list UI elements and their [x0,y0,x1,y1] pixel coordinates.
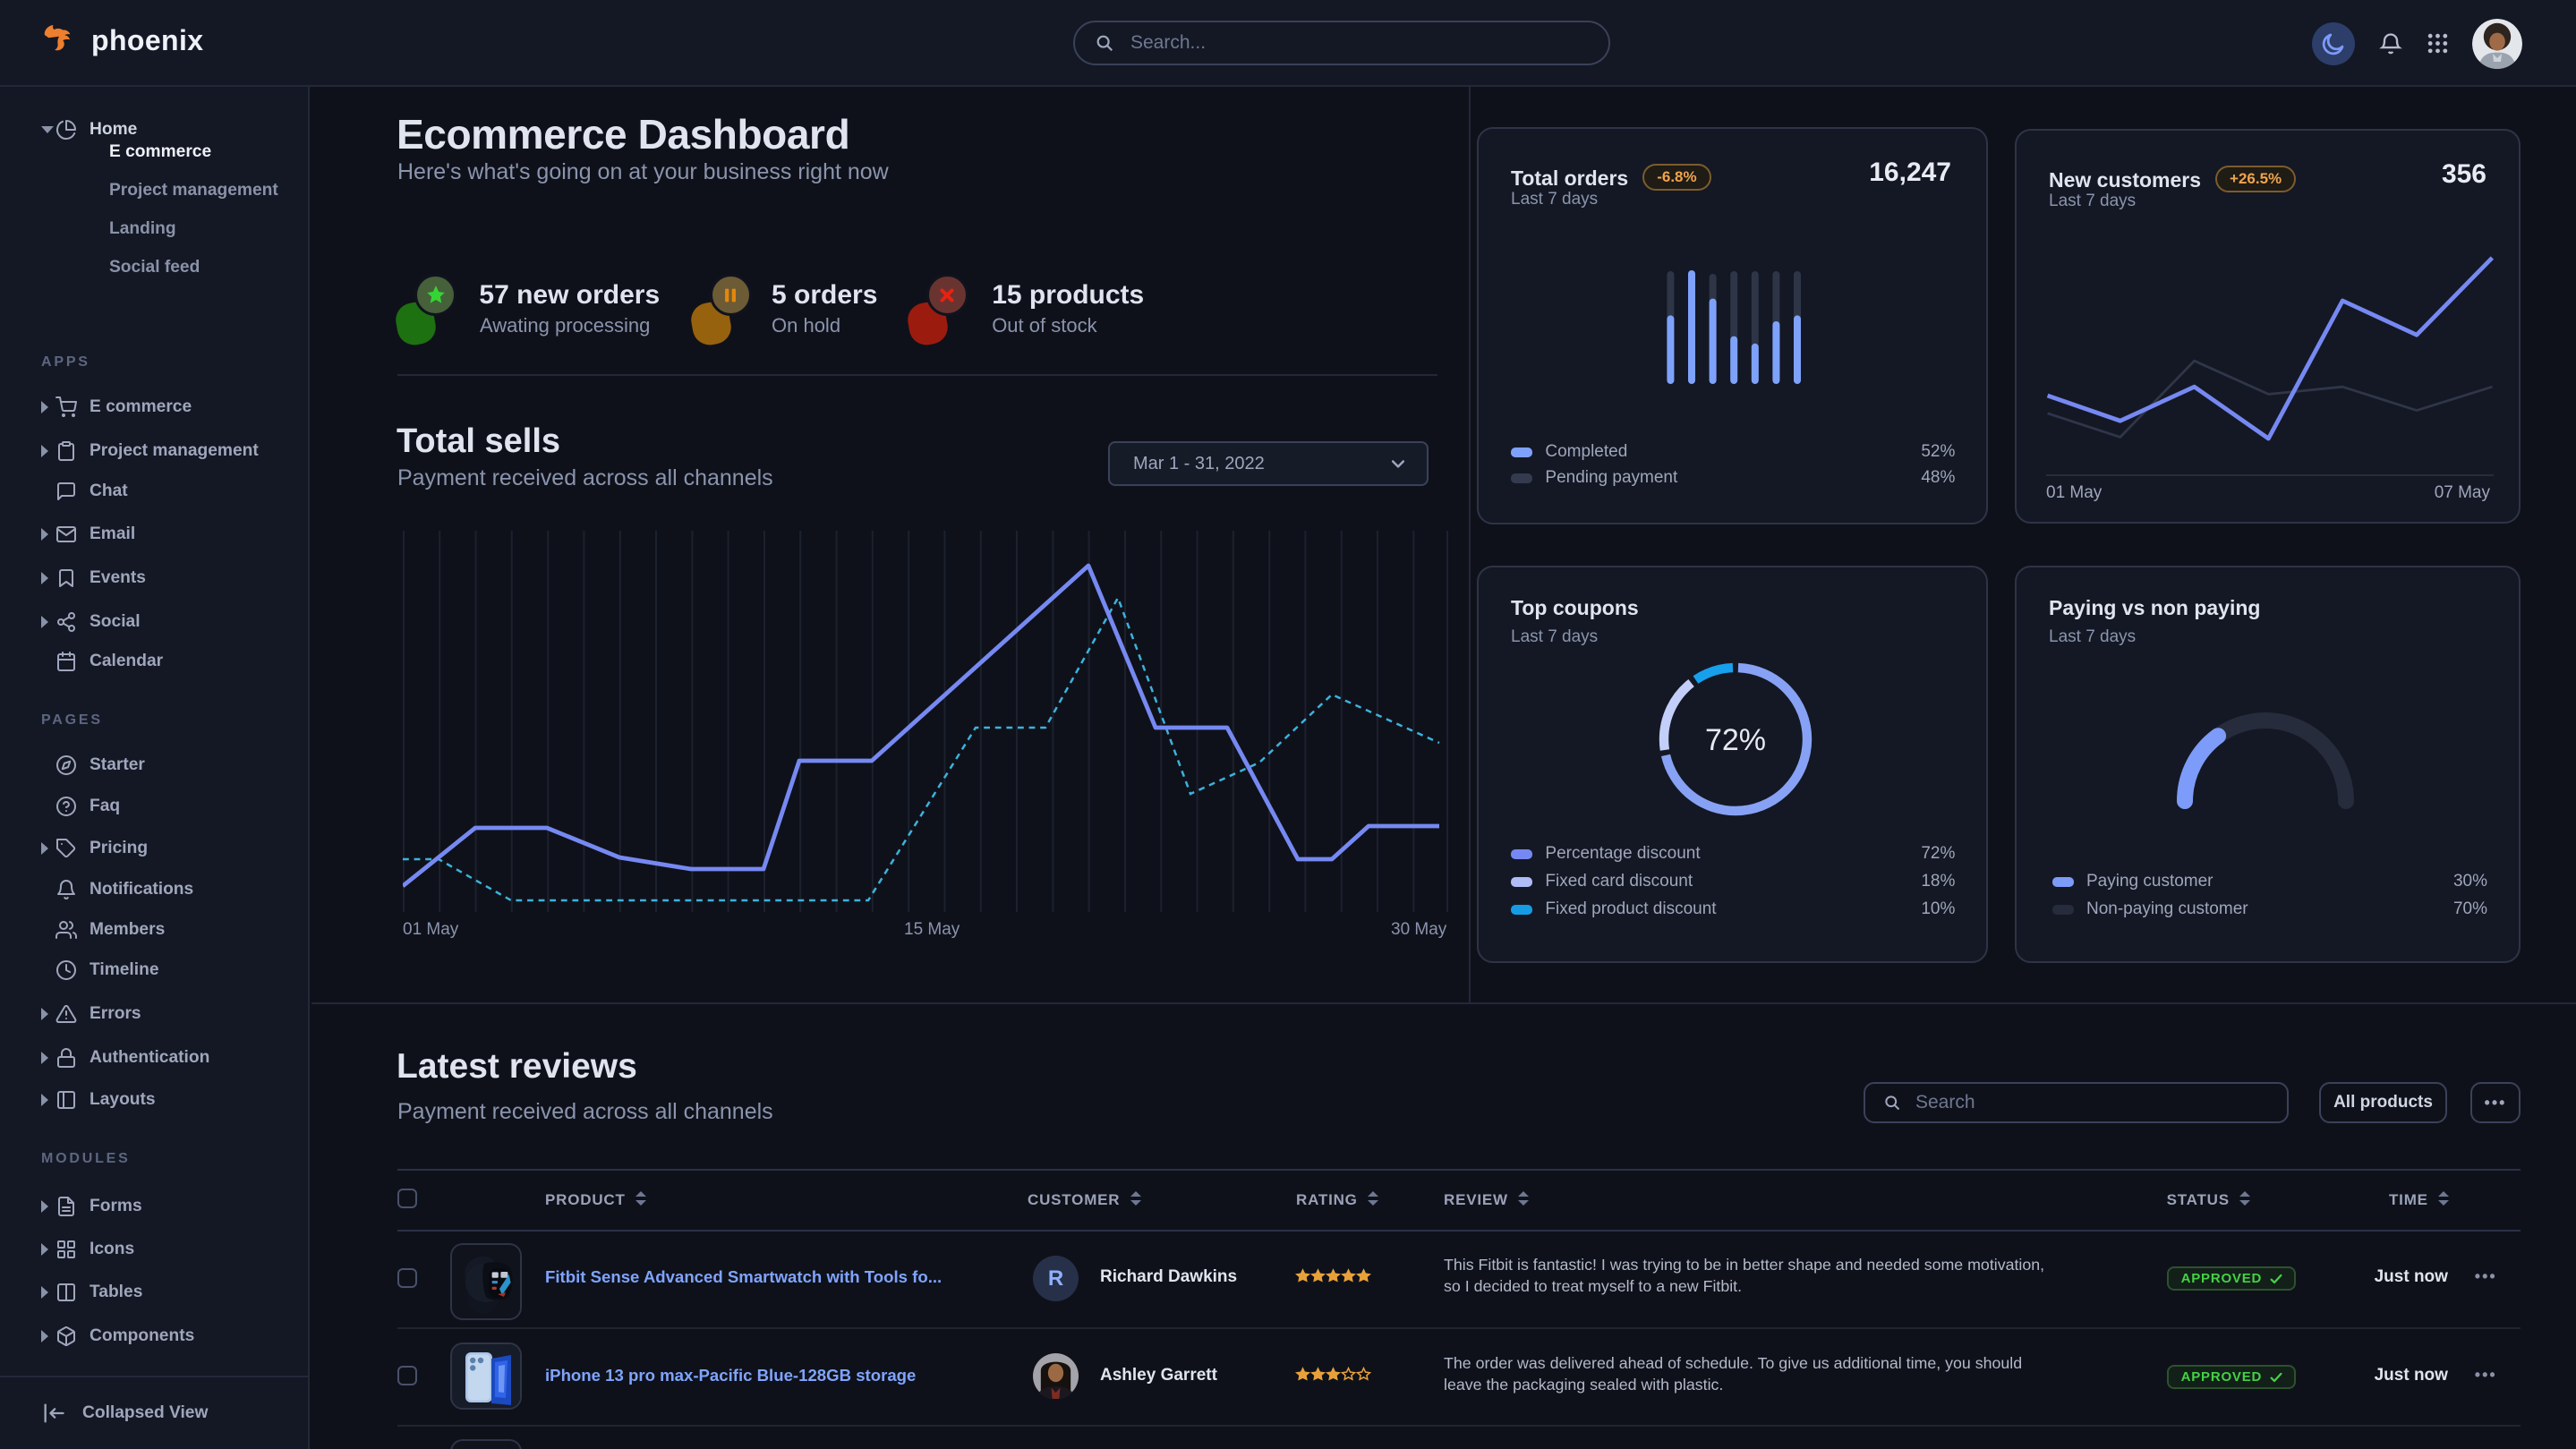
svg-text:72%: 72% [1705,723,1766,757]
